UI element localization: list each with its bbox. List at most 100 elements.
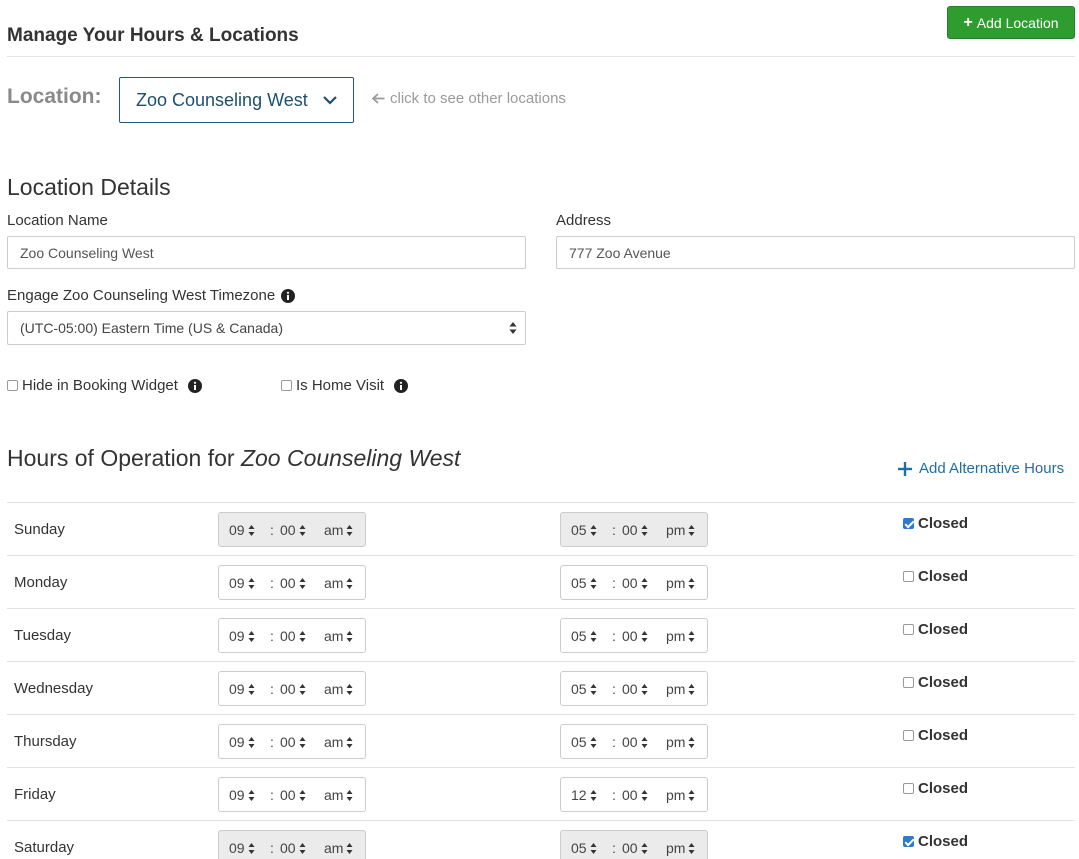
open-time[interactable]: 09:00 am [218, 724, 366, 759]
open-hour-spinner[interactable]: 09 [229, 575, 255, 591]
close-hour-spinner[interactable]: 05 [571, 575, 597, 591]
open-hour-spinner[interactable]: 09 [229, 522, 255, 538]
open-hour-spinner[interactable]: 09 [229, 734, 255, 750]
open-minute-spinner[interactable]: 00 [280, 628, 306, 644]
close-hour-spinner[interactable]: 05 [571, 840, 597, 856]
home-visit-option[interactable]: Is Home Visit [281, 377, 409, 394]
open-minute-spinner[interactable]: 00 [280, 522, 306, 538]
closed-toggle[interactable]: Closed [903, 621, 968, 638]
location-select[interactable]: Zoo Counseling West [119, 77, 354, 123]
close-ampm-spinner[interactable]: pm [666, 840, 695, 856]
closed-checkbox[interactable] [903, 677, 914, 688]
hide-booking-option[interactable]: Hide in Booking Widget [7, 377, 202, 394]
close-time[interactable]: 05:00 pm [560, 724, 708, 759]
close-time[interactable]: 05:00 pm [560, 830, 708, 859]
close-minute-spinner[interactable]: 00 [622, 681, 648, 697]
open-minute: 00 [280, 522, 296, 538]
open-minute-spinner[interactable]: 00 [280, 840, 306, 856]
close-ampm-spinner[interactable]: pm [666, 575, 695, 591]
info-icon[interactable] [187, 378, 202, 393]
close-ampm-spinner[interactable]: pm [666, 681, 695, 697]
close-ampm-spinner[interactable]: pm [666, 628, 695, 644]
closed-label: Closed [918, 515, 969, 532]
open-time[interactable]: 09:00 am [218, 671, 366, 706]
close-hour-spinner[interactable]: 05 [571, 522, 597, 538]
open-ampm-spinner[interactable]: am [324, 522, 353, 538]
address-input[interactable]: 777 Zoo Avenue [556, 236, 1075, 269]
close-ampm-spinner[interactable]: pm [666, 522, 695, 538]
open-hour-spinner[interactable]: 09 [229, 840, 255, 856]
info-icon[interactable] [281, 288, 296, 303]
open-ampm-spinner[interactable]: am [324, 840, 353, 856]
close-minute-spinner[interactable]: 00 [622, 575, 648, 591]
timezone-label-row: Engage Zoo Counseling West Timezone [7, 287, 296, 304]
close-minute-spinner[interactable]: 00 [622, 628, 648, 644]
close-time[interactable]: 05:00 pm [560, 565, 708, 600]
add-alternative-hours-link[interactable]: Add Alternative Hours [898, 460, 1064, 477]
location-selected-value: Zoo Counseling West [136, 89, 308, 110]
open-hour-spinner[interactable]: 09 [229, 787, 255, 803]
open-minute-spinner[interactable]: 00 [280, 734, 306, 750]
open-ampm: am [324, 681, 344, 697]
close-ampm: pm [666, 522, 686, 538]
open-hour-spinner[interactable]: 09 [229, 628, 255, 644]
close-ampm-spinner[interactable]: pm [666, 787, 695, 803]
close-time[interactable]: 05:00 pm [560, 512, 708, 547]
close-minute-spinner[interactable]: 00 [622, 734, 648, 750]
closed-checkbox[interactable] [903, 571, 914, 582]
open-ampm-spinner[interactable]: am [324, 734, 353, 750]
close-time[interactable]: 05:00 pm [560, 618, 708, 653]
close-minute-spinner[interactable]: 00 [622, 840, 648, 856]
open-time[interactable]: 09:00 am [218, 777, 366, 812]
closed-checkbox[interactable] [903, 730, 914, 741]
closed-toggle[interactable]: Closed [903, 833, 968, 850]
closed-toggle[interactable]: Closed [903, 780, 968, 797]
info-icon[interactable] [394, 378, 409, 393]
open-ampm-spinner[interactable]: am [324, 681, 353, 697]
open-time[interactable]: 09:00 am [218, 618, 366, 653]
closed-checkbox[interactable] [903, 624, 914, 635]
time-colon: : [270, 628, 274, 644]
open-minute-spinner[interactable]: 00 [280, 787, 306, 803]
close-hour-spinner[interactable]: 05 [571, 628, 597, 644]
close-ampm: pm [666, 787, 686, 803]
time-colon: : [270, 734, 274, 750]
closed-toggle[interactable]: Closed [903, 515, 968, 532]
close-hour-spinner[interactable]: 12 [571, 787, 597, 803]
hide-booking-checkbox[interactable] [7, 380, 18, 391]
close-time[interactable]: 05:00 pm [560, 671, 708, 706]
open-ampm-spinner[interactable]: am [324, 787, 353, 803]
open-minute-spinner[interactable]: 00 [280, 575, 306, 591]
closed-checkbox[interactable] [903, 783, 914, 794]
add-location-button[interactable]: + Add Location [947, 6, 1075, 39]
open-time[interactable]: 09:00 am [218, 830, 366, 859]
open-hour-spinner[interactable]: 09 [229, 681, 255, 697]
location-name-input[interactable]: Zoo Counseling West [7, 236, 526, 269]
hours-heading: Hours of Operation for Zoo Counseling We… [7, 445, 460, 472]
open-ampm-spinner[interactable]: am [324, 575, 353, 591]
close-minute-spinner[interactable]: 00 [622, 787, 648, 803]
closed-toggle[interactable]: Closed [903, 674, 968, 691]
address-label: Address [556, 212, 612, 229]
location-hint-text: click to see other locations [390, 90, 566, 107]
open-minute-spinner[interactable]: 00 [280, 681, 306, 697]
day-name: Saturday [14, 839, 75, 856]
close-ampm-spinner[interactable]: pm [666, 734, 695, 750]
close-hour-spinner[interactable]: 05 [571, 734, 597, 750]
close-hour-spinner[interactable]: 05 [571, 681, 597, 697]
closed-checkbox[interactable] [903, 518, 914, 529]
close-time[interactable]: 12:00 pm [560, 777, 708, 812]
page-title: Manage Your Hours & Locations [7, 25, 299, 46]
close-minute-spinner[interactable]: 00 [622, 522, 648, 538]
open-ampm-spinner[interactable]: am [324, 628, 353, 644]
closed-toggle[interactable]: Closed [903, 727, 968, 744]
hours-heading-location: Zoo Counseling West [240, 445, 461, 471]
home-visit-checkbox[interactable] [281, 380, 292, 391]
closed-checkbox[interactable] [903, 836, 914, 847]
hide-booking-label: Hide in Booking Widget [22, 377, 178, 394]
closed-toggle[interactable]: Closed [903, 568, 968, 585]
time-colon: : [270, 840, 274, 856]
open-time[interactable]: 09:00 am [218, 512, 366, 547]
timezone-select[interactable]: (UTC-05:00) Eastern Time (US & Canada) [7, 311, 526, 345]
open-time[interactable]: 09:00 am [218, 565, 366, 600]
